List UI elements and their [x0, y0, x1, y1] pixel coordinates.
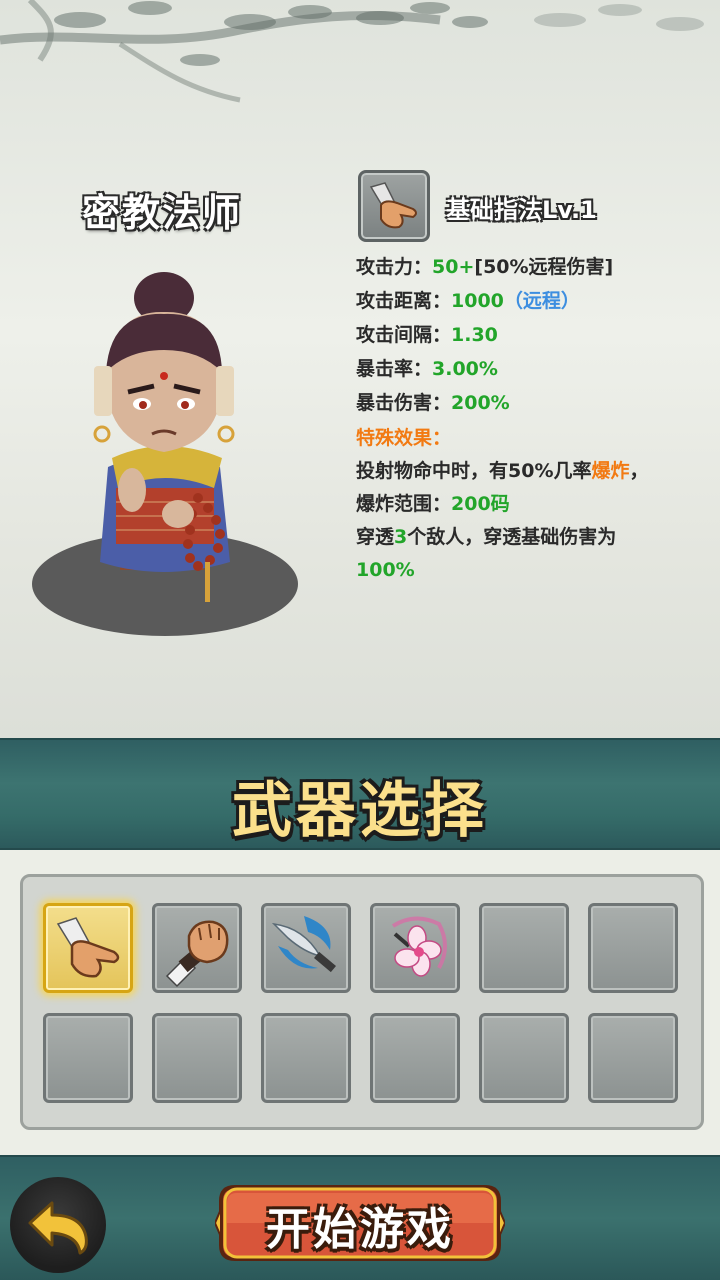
section-title: 武器选择 — [232, 776, 488, 846]
stat-value: 1000 — [451, 290, 504, 312]
weapon-slot-empty[interactable] — [261, 1013, 351, 1103]
special-effects: 特殊效果： 投射物命中时，有50%几率爆炸， 爆炸范围：200码 穿透3个敌人，… — [356, 422, 706, 587]
stat-attack: 攻击力：50+[50%远程伤害] — [356, 252, 706, 286]
start-game-label: 开始游戏 — [266, 1204, 454, 1255]
effect-highlight: 200码 — [451, 493, 510, 515]
weapon-slot[interactable] — [261, 903, 351, 993]
weapon-slot-empty[interactable] — [479, 1013, 569, 1103]
stat-label: 攻击力： — [356, 256, 433, 278]
flower-dart-icon — [391, 916, 447, 977]
effect-text: 穿透 — [356, 526, 395, 548]
stat-extra: [50%远程伤害] — [474, 256, 614, 278]
fist-icon — [165, 920, 229, 988]
back-button[interactable] — [10, 1177, 106, 1273]
weapon-slot[interactable] — [370, 903, 460, 993]
stat-range: 攻击距离：1000（远程） — [356, 286, 706, 320]
special-effects-label: 特殊效果： — [356, 427, 452, 449]
stat-value: 3.00% — [432, 358, 498, 380]
finger-point-icon — [369, 182, 417, 229]
weapon-slot-empty[interactable] — [152, 1013, 242, 1103]
wave-blade-icon — [271, 916, 336, 973]
finger-point-icon — [56, 917, 120, 978]
section-banner: 武器选择 — [0, 738, 720, 850]
stat-label: 暴击伤害： — [356, 392, 452, 414]
stat-crit-rate: 暴击率：3.00% — [356, 354, 706, 388]
stat-value: 200% — [451, 392, 510, 414]
start-game-button[interactable]: 开始游戏 — [215, 1179, 505, 1267]
stat-label: 攻击距离： — [356, 290, 452, 312]
stat-value: 50+ — [432, 256, 475, 278]
stat-label: 暴击率： — [356, 358, 433, 380]
stat-value: 1.30 — [451, 324, 498, 346]
back-arrow-icon — [28, 1201, 88, 1255]
hero-scene: 密教法师 基础指法Lv.1 攻击力：50+[50%远程伤害] 攻击距离：1000… — [0, 0, 720, 738]
weapon-grid — [20, 874, 704, 1130]
weapon-slot-empty[interactable] — [588, 1013, 678, 1103]
weapon-slot-empty[interactable] — [370, 1013, 460, 1103]
weapon-slot[interactable] — [152, 903, 242, 993]
weapon-preview-box — [358, 170, 430, 242]
effect-line: 投射物命中时，有50%几率爆炸， — [356, 455, 706, 488]
effect-line: 爆炸范围：200码 — [356, 488, 706, 521]
weapon-slot-empty[interactable] — [479, 903, 569, 993]
weapon-slot-empty[interactable] — [43, 1013, 133, 1103]
weapon-title: 基础指法Lv.1 — [446, 196, 597, 224]
stat-interval: 攻击间隔：1.30 — [356, 320, 706, 354]
weapon-stats: 攻击力：50+[50%远程伤害] 攻击距离：1000（远程） 攻击间隔：1.30… — [356, 252, 706, 587]
effect-line: 穿透3个敌人，穿透基础伤害为 — [356, 521, 706, 554]
bottom-bar: 开始游戏 — [0, 1155, 720, 1280]
effect-text: 爆炸范围： — [356, 493, 452, 515]
hero-name: 密教法师 — [82, 190, 243, 235]
stat-label: 攻击间隔： — [356, 324, 452, 346]
weapon-slot[interactable] — [43, 903, 133, 993]
effect-text: 投射物命中时，有50%几率 — [356, 460, 592, 482]
hero-character-illustration — [32, 272, 298, 636]
weapon-slot-empty[interactable] — [588, 903, 678, 993]
effect-highlight: 3 — [394, 526, 408, 548]
effect-line: 100% — [356, 559, 415, 581]
effect-highlight: 爆炸 — [591, 460, 630, 482]
effect-text: ， — [629, 460, 649, 482]
stat-crit-damage: 暴击伤害：200% — [356, 388, 706, 422]
effect-text: 个敌人，穿透基础伤害为 — [407, 526, 617, 548]
weapon-grid-area — [0, 850, 720, 1155]
ink-branch-decoration — [0, 0, 704, 103]
stat-extra: （远程） — [503, 290, 580, 312]
